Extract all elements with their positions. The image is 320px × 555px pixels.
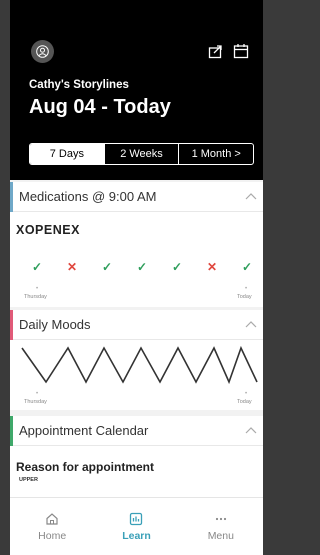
menu-icon xyxy=(215,517,226,521)
appointment-accent xyxy=(10,416,13,446)
chevron-up-icon[interactable] xyxy=(245,426,257,436)
reason-label: Reason for appointment xyxy=(16,460,155,474)
page-title: Aug 04 - Today xyxy=(29,96,171,118)
avatar[interactable] xyxy=(31,40,54,63)
daily-moods-card: Daily Moods • • Thursday Today xyxy=(10,310,263,410)
dose-mark-missed: ✕ xyxy=(67,260,78,274)
appointment-card: Appointment Calendar Reason for appointm… xyxy=(10,416,263,501)
reason-value: UPPER xyxy=(19,477,38,483)
axis-dot: • xyxy=(36,286,39,292)
learn-icon xyxy=(130,512,143,526)
dose-mark-taken: ✓ xyxy=(102,260,113,274)
chevron-up-icon[interactable] xyxy=(245,320,257,330)
medications-accent xyxy=(10,182,13,212)
tab-learn-label: Learn xyxy=(122,530,151,542)
appointment-title: Appointment Calendar xyxy=(19,423,149,438)
tab-7-days[interactable]: 7 Days xyxy=(30,144,105,164)
chevron-up-icon[interactable] xyxy=(245,192,257,202)
medication-name: XOPENEX xyxy=(16,223,80,237)
moods-title: Daily Moods xyxy=(19,317,91,332)
header: Cathy's Storylines Aug 04 - Today 7 Days… xyxy=(10,0,263,180)
user-icon xyxy=(36,45,49,58)
tab-home-label: Home xyxy=(38,530,67,542)
tab-home[interactable]: Home xyxy=(10,498,94,555)
medications-header[interactable]: Medications @ 9:00 AM xyxy=(10,182,263,212)
dose-mark-taken: ✓ xyxy=(32,260,43,274)
appointment-header[interactable]: Appointment Calendar xyxy=(10,416,263,446)
storyline-owner: Cathy's Storylines xyxy=(29,79,129,91)
dose-mark-missed: ✕ xyxy=(207,260,218,274)
moods-accent xyxy=(10,310,13,340)
medications-title: Medications @ 9:00 AM xyxy=(19,189,157,204)
axis-end-label: Today xyxy=(237,399,252,405)
dose-mark-taken: ✓ xyxy=(137,260,148,274)
axis-start-label: Thursday xyxy=(24,294,47,300)
home-icon xyxy=(46,513,58,525)
tab-learn[interactable]: Learn xyxy=(94,498,178,555)
mood-trend-line xyxy=(21,345,258,385)
axis-end-label: Today xyxy=(237,294,252,300)
range-selector: 7 Days 2 Weeks 1 Month > xyxy=(29,143,254,165)
calendar-icon[interactable] xyxy=(233,43,249,59)
tab-menu[interactable]: Menu xyxy=(179,498,263,555)
app-screen: Cathy's Storylines Aug 04 - Today 7 Days… xyxy=(10,0,263,555)
dose-mark-taken: ✓ xyxy=(172,260,183,274)
tab-1-month[interactable]: 1 Month > xyxy=(179,144,253,164)
dose-mark-taken: ✓ xyxy=(242,260,253,274)
axis-start-label: Thursday xyxy=(24,399,47,405)
bottom-tab-bar: Home Learn Menu xyxy=(10,497,263,555)
axis-dot: • xyxy=(245,286,248,292)
share-icon[interactable] xyxy=(208,43,224,59)
moods-header[interactable]: Daily Moods xyxy=(10,310,263,340)
tab-2-weeks[interactable]: 2 Weeks xyxy=(105,144,180,164)
axis-dot: • xyxy=(245,391,248,397)
tab-menu-label: Menu xyxy=(207,530,234,542)
medications-card: Medications @ 9:00 AM XOPENEX ✓ ✕ ✓ ✓ ✓ … xyxy=(10,182,263,307)
axis-dot: • xyxy=(36,391,39,397)
